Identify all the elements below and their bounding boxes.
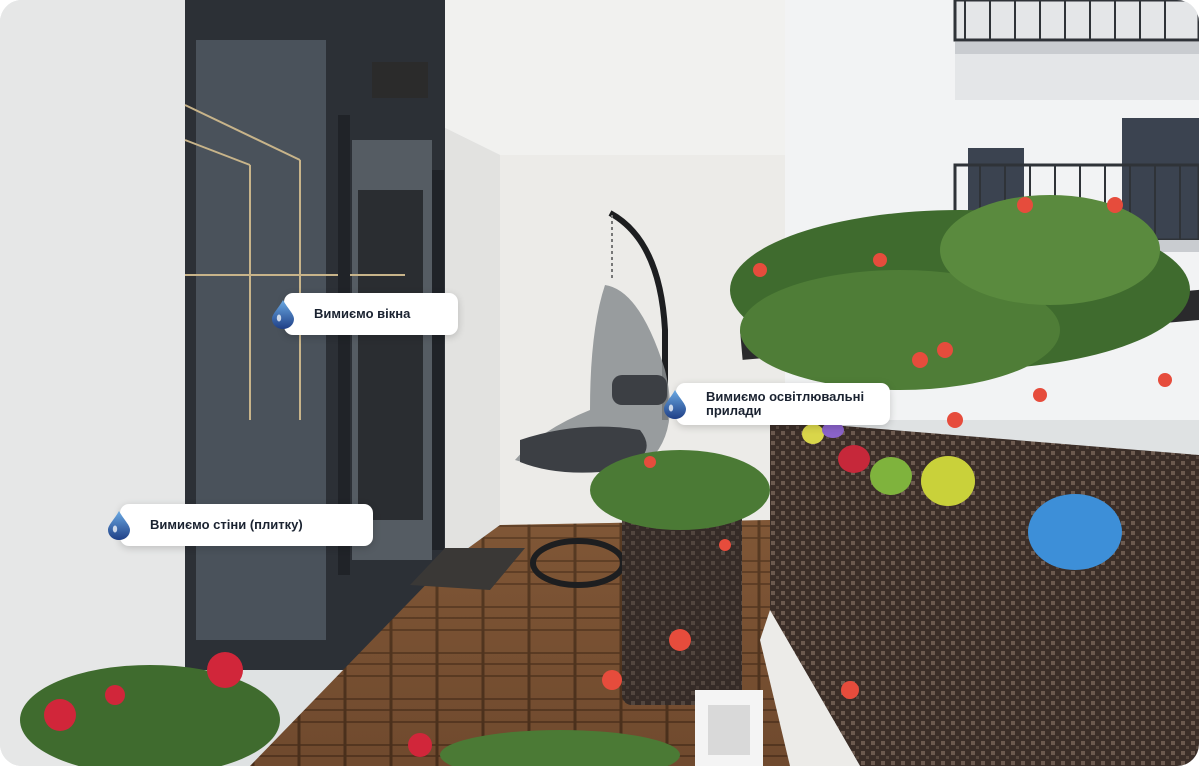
hotspot-windows[interactable]: Вимиємо вікна xyxy=(272,293,458,335)
balcony-photo: Вимиємо вікна Вимиємо освітлювальні прил… xyxy=(0,0,1199,766)
water-drop-icon xyxy=(664,390,686,419)
water-drop-icon xyxy=(272,300,294,329)
hotspot-walls[interactable]: Вимиємо стіни (плитку) xyxy=(108,504,373,546)
hotspot-label: Вимиємо вікна xyxy=(314,306,411,321)
hotspot-label: Вимиємо стіни (плитку) xyxy=(150,517,303,532)
hotspot-lighting[interactable]: Вимиємо освітлювальні прилади xyxy=(664,383,890,425)
water-drop-icon xyxy=(108,511,130,540)
balcony-illustration xyxy=(0,0,1199,766)
hotspot-label: Вимиємо освітлювальні прилади xyxy=(706,389,865,418)
